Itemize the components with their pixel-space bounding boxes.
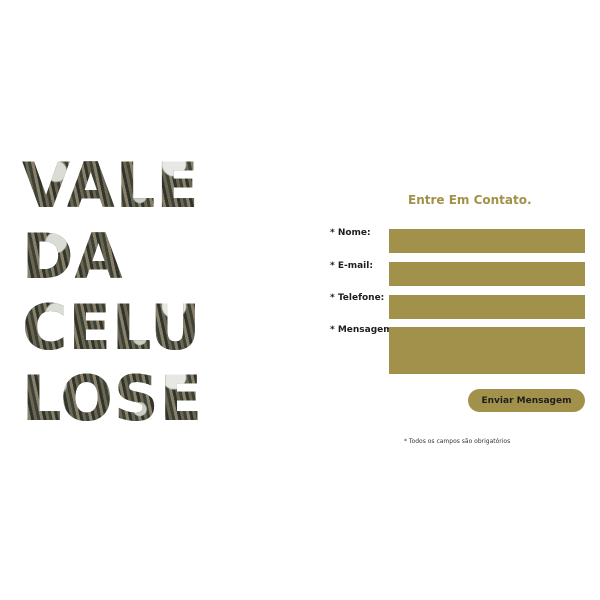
phone-field[interactable]	[389, 295, 585, 319]
name-label: * Nome:	[330, 228, 371, 238]
contact-form-heading: Entre Em Contato.	[408, 193, 532, 207]
required-fields-note: * Todos os campos são obrigatórios	[404, 438, 511, 445]
email-label: * E-mail:	[330, 261, 373, 271]
brand-title-line-3: CELU	[22, 292, 212, 363]
phone-label: * Telefone:	[330, 293, 385, 303]
brand-title: VALE DA CELU LOSE	[22, 150, 212, 434]
send-message-button[interactable]: Enviar Mensagem	[468, 389, 585, 412]
message-label: * Mensagem:	[330, 325, 397, 335]
email-field[interactable]	[389, 262, 585, 286]
message-field[interactable]	[389, 327, 585, 374]
name-field[interactable]	[389, 229, 585, 253]
brand-title-line-1: VALE	[22, 150, 212, 221]
brand-title-line-4: LOSE	[22, 363, 212, 434]
brand-title-line-2: DA	[22, 221, 212, 292]
